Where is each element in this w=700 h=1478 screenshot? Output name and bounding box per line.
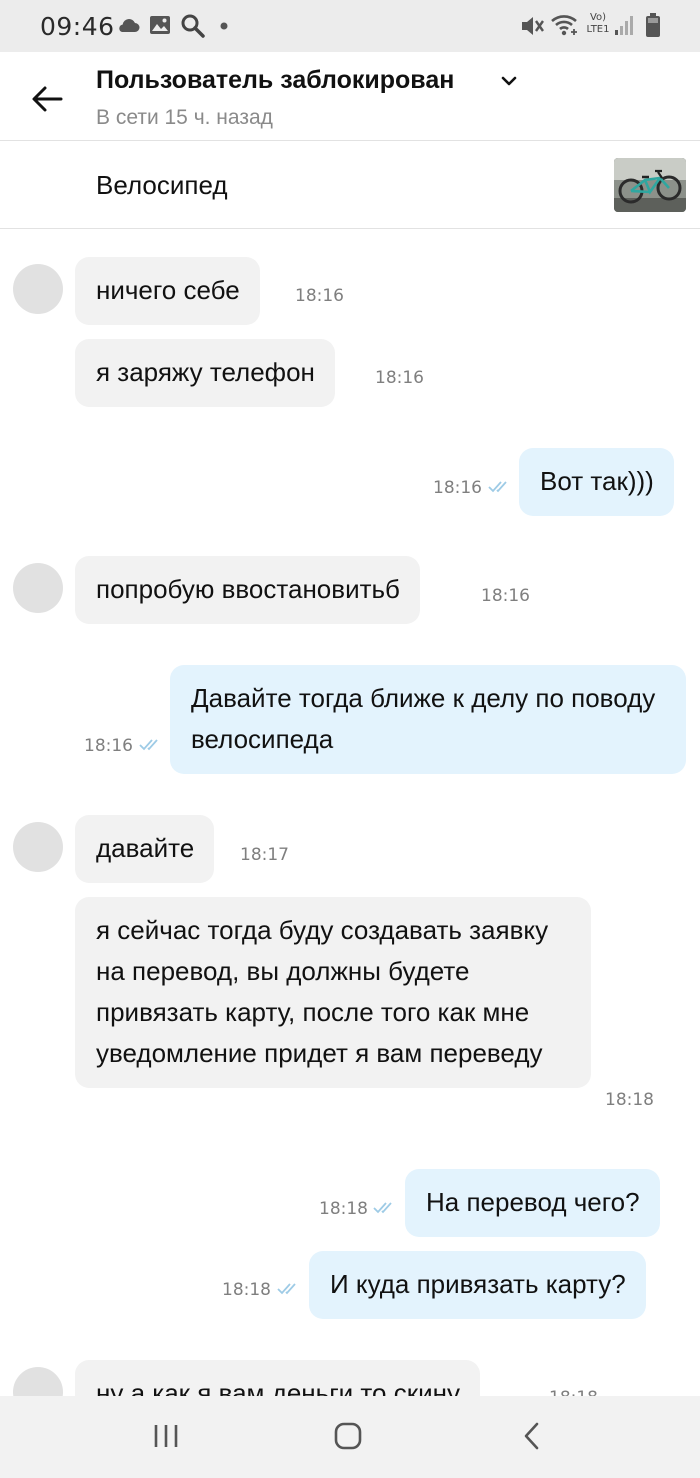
sender-avatar[interactable] (13, 822, 63, 872)
message-time: 18:18 (222, 1280, 271, 1300)
message-time: 18:16 (433, 478, 482, 498)
cloud-icon (119, 19, 140, 32)
home-button[interactable] (326, 1418, 370, 1454)
sender-avatar[interactable] (13, 1367, 63, 1396)
battery-icon (646, 13, 660, 37)
chat-header: Пользователь заблокирован В сети 15 ч. н… (0, 52, 700, 141)
message-time: 18:16 (295, 286, 344, 306)
recent-apps-icon (154, 1425, 178, 1447)
message-bubble-incoming[interactable]: ничего себе (75, 257, 260, 325)
lte-label: LTE1 (586, 24, 610, 35)
system-nav-bar (0, 1396, 700, 1478)
sender-avatar[interactable] (13, 264, 63, 314)
read-ticks-icon (488, 481, 507, 493)
message-bubble-outgoing[interactable]: И куда привязать карту? (309, 1251, 646, 1319)
message-bubble-incoming[interactable]: давайте (75, 815, 215, 883)
read-ticks-icon (373, 1202, 392, 1214)
listing-bar[interactable]: Велосипед (0, 141, 700, 229)
back-button[interactable] (22, 74, 72, 124)
search-icon (181, 14, 205, 38)
signal-icon (615, 16, 633, 35)
wifi-icon (551, 15, 577, 36)
message-bubble-incoming[interactable]: ну а как я вам деньги то скину (75, 1360, 480, 1396)
message-bubble-incoming[interactable]: я сейчас тогда буду создавать заявку на … (75, 897, 591, 1088)
status-bar: 09:46 Vo) LTE1 (0, 0, 700, 52)
message-bubble-incoming[interactable]: попробую ввостановитьб (75, 556, 420, 624)
online-status: В сети 15 ч. назад (96, 106, 273, 129)
message-time: 18:18 (319, 1199, 368, 1219)
listing-title[interactable]: Велосипед (96, 170, 228, 201)
back-icon (524, 1422, 539, 1450)
message-time: 18:16 (481, 586, 530, 606)
sender-avatar[interactable] (13, 563, 63, 613)
dot-icon (220, 22, 228, 30)
recent-apps-button[interactable] (144, 1418, 188, 1454)
message-time: 18:18 (605, 1090, 654, 1110)
bicycle-photo-icon (614, 158, 686, 212)
message-bubble-outgoing[interactable]: На перевод чего? (405, 1169, 660, 1237)
read-ticks-icon (277, 1283, 296, 1295)
listing-thumbnail[interactable] (614, 158, 686, 212)
message-time: 18:16 (84, 736, 133, 756)
volte-lte-icon: Vo) LTE1 (583, 12, 613, 40)
message-time: 18:16 (375, 368, 424, 388)
message-bubble-incoming[interactable]: я заряжу телефон (75, 339, 335, 407)
volte-label: Vo) (589, 12, 607, 23)
message-list[interactable]: ничего себе 18:16 я заряжу телефон 18:16… (0, 230, 700, 1396)
status-time: 09:46 (40, 12, 115, 41)
mute-icon (522, 17, 544, 35)
arrow-left-icon (32, 86, 63, 112)
message-time: 18:17 (240, 845, 289, 865)
message-bubble-outgoing[interactable]: Давайте тогда ближе к делу по поводу вел… (170, 665, 686, 774)
chat-title[interactable]: Пользователь заблокирован (96, 66, 454, 95)
read-ticks-icon (139, 739, 158, 751)
message-time: 18:18 (549, 1388, 598, 1396)
nav-back-button[interactable] (510, 1418, 554, 1454)
home-icon (334, 1422, 362, 1450)
image-icon (150, 16, 170, 34)
message-bubble-outgoing[interactable]: Вот так))) (519, 448, 674, 516)
chevron-down-icon[interactable] (500, 74, 518, 88)
